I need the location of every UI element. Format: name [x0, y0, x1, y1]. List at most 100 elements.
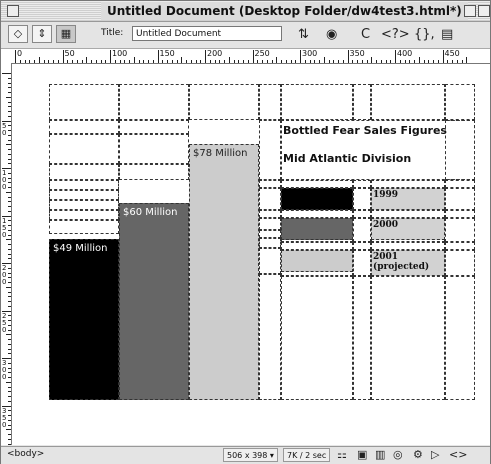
tag-selector[interactable]: <body> — [7, 449, 44, 459]
ruler-tick — [8, 424, 11, 426]
table-cell[interactable] — [189, 84, 259, 120]
table-cell[interactable] — [119, 164, 189, 180]
split-view-icon[interactable]: ⇕ — [32, 25, 52, 43]
table-cell[interactable] — [445, 276, 475, 400]
table-cell[interactable] — [259, 180, 281, 188]
ruler-tick — [8, 201, 11, 203]
preview-in-browser-icon[interactable]: ◉ — [326, 27, 337, 43]
table-cell[interactable] — [281, 180, 353, 188]
table-cell[interactable] — [445, 250, 475, 276]
title-bar[interactable]: Untitled Document (Desktop Folder/dw4tes… — [1, 1, 490, 22]
table-cell[interactable] — [49, 200, 119, 210]
table-cell[interactable] — [49, 134, 119, 164]
table-cell[interactable] — [371, 180, 445, 188]
close-box[interactable] — [7, 5, 19, 17]
table-cell[interactable] — [445, 188, 475, 210]
table-cell[interactable] — [49, 164, 119, 180]
table-cell[interactable] — [119, 120, 189, 134]
ruler-tick — [395, 50, 396, 63]
braces-icon[interactable]: {}, — [414, 27, 435, 43]
table-cell[interactable] — [445, 242, 475, 250]
table-cell[interactable] — [49, 84, 119, 120]
table-cell[interactable] — [259, 248, 281, 274]
ruler-tick — [8, 419, 11, 421]
ruler-tick — [6, 96, 11, 98]
legend-label: 2000 — [373, 220, 399, 230]
table-cell[interactable] — [119, 84, 189, 120]
table-cell[interactable] — [49, 220, 119, 234]
ruler-tick — [6, 286, 11, 288]
table-cell[interactable] — [49, 120, 119, 134]
code-navigation-icon[interactable]: <?> — [381, 27, 410, 43]
table-cell[interactable] — [445, 210, 475, 218]
view-options-icon[interactable]: ▤ — [441, 27, 453, 43]
ruler-tick — [8, 101, 11, 103]
table-cell[interactable] — [259, 210, 281, 218]
window-size-field[interactable]: 506 x 398 ▾ — [223, 448, 278, 462]
code-inspector-icon[interactable]: <> — [449, 448, 467, 462]
table-cell[interactable] — [445, 218, 475, 242]
table-cell[interactable] — [445, 180, 475, 188]
behaviors-icon[interactable]: ⚙ — [413, 448, 423, 462]
ruler-tick — [224, 60, 225, 63]
ruler-tick — [91, 60, 92, 63]
table-cell[interactable] — [371, 276, 445, 400]
ruler-tick — [67, 60, 69, 63]
code-view-icon[interactable]: ◇ — [8, 25, 28, 43]
bar-2[interactable]: $60 Million — [119, 202, 189, 400]
html-styles-icon[interactable]: ▥ — [375, 448, 385, 462]
ruler-tick — [290, 60, 292, 63]
table-cell[interactable] — [281, 242, 353, 250]
table-cell[interactable] — [353, 180, 371, 188]
table-cell[interactable] — [371, 242, 445, 250]
table-cell[interactable] — [49, 190, 119, 200]
table-cell[interactable] — [259, 84, 281, 120]
history-icon[interactable]: ▷ — [431, 448, 439, 462]
ruler-tick — [285, 60, 287, 63]
table-cell[interactable] — [353, 218, 371, 242]
ruler-tick — [281, 60, 282, 63]
table-cell[interactable] — [281, 210, 353, 218]
assets-icon[interactable]: ▣ — [357, 448, 367, 462]
title-input[interactable] — [132, 26, 282, 41]
ruler-tick — [8, 253, 11, 255]
table-cell[interactable] — [371, 210, 445, 218]
bar-3[interactable]: $78 Million — [189, 143, 259, 400]
table-cell[interactable] — [259, 238, 281, 248]
table-cell[interactable] — [259, 274, 281, 400]
download-time-field: 7K / 2 sec — [283, 448, 331, 462]
table-cell[interactable] — [445, 84, 475, 120]
ruler-tick — [8, 130, 11, 131]
table-cell[interactable] — [353, 250, 371, 276]
table-cell[interactable] — [353, 242, 371, 250]
ruler-tick — [8, 163, 11, 165]
ruler-tick — [300, 50, 301, 63]
table-cell[interactable] — [259, 188, 281, 210]
table-cell[interactable] — [353, 188, 371, 210]
collapse-box[interactable] — [478, 5, 490, 17]
ruler-tick — [295, 60, 297, 63]
file-management-icon[interactable]: ⇅ — [298, 27, 309, 43]
table-cell[interactable] — [353, 84, 371, 120]
table-cell[interactable] — [49, 180, 119, 190]
ruler-tick — [209, 60, 211, 63]
table-cell[interactable] — [281, 84, 353, 120]
site-icon[interactable]: ⚏ — [337, 448, 347, 462]
refresh-icon[interactable]: C — [361, 27, 370, 43]
table-cell[interactable] — [259, 120, 281, 180]
table-cell[interactable] — [259, 230, 281, 238]
zoom-box[interactable] — [464, 5, 476, 17]
table-cell[interactable] — [259, 218, 281, 230]
table-cell[interactable] — [353, 210, 371, 218]
table-cell[interactable] — [281, 276, 353, 400]
ruler-tick — [8, 87, 11, 89]
bar-1[interactable]: $49 Million — [49, 238, 119, 400]
table-cell[interactable] — [353, 276, 371, 400]
design-canvas[interactable]: Bottled Fear Sales Figures Mid Atlantic … — [12, 64, 490, 445]
table-cell[interactable] — [119, 134, 189, 164]
ruler-tick — [433, 60, 434, 63]
design-view-icon[interactable]: ▦ — [56, 25, 76, 43]
table-cell[interactable] — [49, 210, 119, 220]
table-cell[interactable] — [371, 84, 445, 120]
css-styles-icon[interactable]: ◎ — [393, 448, 403, 462]
